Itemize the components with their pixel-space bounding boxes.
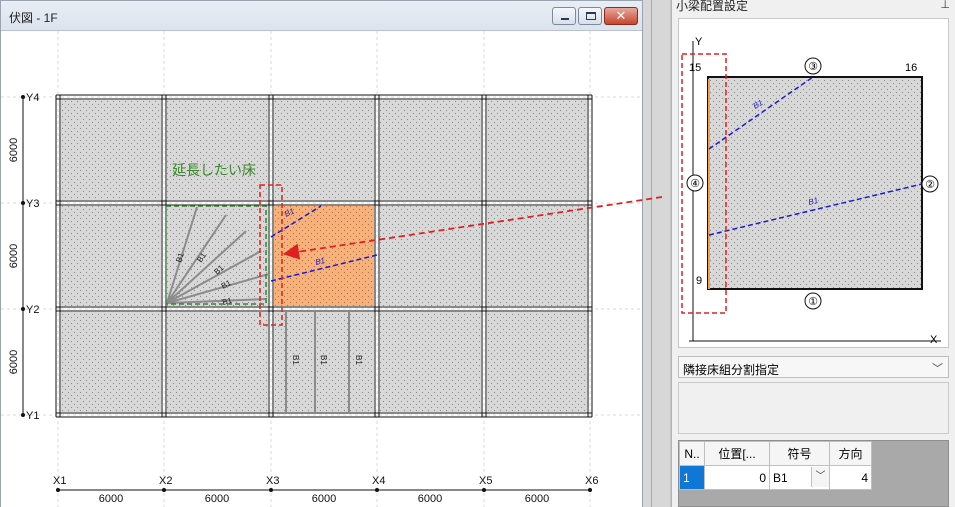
- beam-label: B1: [354, 355, 363, 365]
- row-number[interactable]: 1: [679, 465, 705, 490]
- x-span-label: 6000: [418, 493, 442, 505]
- pin-icon[interactable]: ⊥: [940, 0, 950, 11]
- preview-corner-label: 15: [689, 62, 701, 74]
- x-span-labels: 6000 6000 6000 6000 6000: [99, 493, 549, 505]
- y-axis-label: Y1: [26, 410, 39, 422]
- beam-table: N.. 位置[... 符号 方向 1 0 B1 ﹀ 4: [678, 440, 949, 507]
- y-axis-label: Y2: [26, 304, 39, 316]
- floor-panel[interactable]: [274, 100, 374, 200]
- beam-table-grid: N.. 位置[... 符号 方向 1 0 B1 ﹀ 4: [679, 441, 872, 490]
- y-span-label: 6000: [8, 244, 20, 268]
- sign-combobox[interactable]: B1 ﹀: [769, 465, 830, 490]
- x-axis-label: X3: [266, 475, 279, 487]
- table-row[interactable]: 1 0 B1 ﹀ 4: [679, 465, 872, 490]
- plan-drawing[interactable]: B1 B1 B1 B1 B1 B1 B1 B1 B1 B1 延長したい床 X1 …: [1, 31, 642, 507]
- preview-corner-label: 9: [696, 275, 702, 287]
- preview-axis-y-label: Y: [695, 36, 703, 48]
- plan-window: 伏図 - 1F ✕ B1 B1 B1 B1 B1 B1 B1 B1 B1 B1 …: [0, 0, 643, 507]
- edge-marker-label: ②: [925, 179, 935, 191]
- x-span-label: 6000: [312, 493, 336, 505]
- plan-window-title: 伏図 - 1F: [9, 11, 58, 25]
- close-icon: ✕: [615, 8, 627, 23]
- y-axis-label: Y4: [26, 92, 39, 104]
- preview-axis-x-label: X: [930, 334, 938, 346]
- floor-panel[interactable]: [380, 206, 481, 306]
- floor-preview-drawing: Y X B1 B1 15 16 9 ③ ② ① ④: [681, 36, 941, 346]
- x-axis-label: X1: [53, 475, 66, 487]
- maximize-icon: [586, 12, 596, 20]
- plan-window-titlebar[interactable]: 伏図 - 1F ✕: [1, 1, 642, 31]
- x-axis-label: X6: [585, 475, 598, 487]
- x-axis-labels: X1 X2 X3 X4 X5 X6: [53, 475, 598, 487]
- plan-canvas[interactable]: B1 B1 B1 B1 B1 B1 B1 B1 B1 B1 延長したい床 X1 …: [1, 31, 642, 507]
- direction-cell[interactable]: 4: [829, 465, 872, 490]
- options-area: [678, 382, 949, 434]
- floor-panel[interactable]: [380, 312, 481, 412]
- splitter-line: [651, 0, 652, 507]
- chevron-down-icon[interactable]: ﹀: [811, 467, 829, 487]
- y-span-label: 6000: [8, 138, 20, 162]
- sign-value: B1: [773, 470, 788, 485]
- col-header-position[interactable]: 位置[...: [704, 441, 770, 466]
- edge-marker-label: ③: [808, 61, 818, 73]
- y-axis-labels: Y4 Y3 Y2 Y1: [26, 92, 39, 422]
- edge-marker-label: ④: [690, 178, 700, 190]
- floor-panel[interactable]: [380, 100, 481, 200]
- minimize-icon: [561, 18, 569, 20]
- x-span-label: 6000: [99, 493, 123, 505]
- close-button[interactable]: ✕: [604, 7, 638, 25]
- x-span-label: 6000: [525, 493, 549, 505]
- x-span-label: 6000: [205, 493, 229, 505]
- floor-panel[interactable]: [487, 312, 587, 412]
- y-axis-label: Y3: [26, 198, 39, 210]
- x-axis-label: X5: [479, 475, 492, 487]
- floor-panel[interactable]: [487, 100, 587, 200]
- floor-panel[interactable]: [487, 206, 587, 306]
- floor-panel[interactable]: [61, 100, 161, 200]
- x-axis-label: X4: [372, 475, 385, 487]
- preview-floor: [707, 76, 923, 290]
- beam-label: B1: [319, 355, 328, 365]
- window-controls: ✕: [552, 7, 638, 25]
- preview-corner-label: 16: [905, 62, 917, 74]
- y-span-label: 6000: [8, 350, 20, 374]
- beam-settings-panel: 小梁配置設定 ⊥ Y X B1 B1 15 16 9 ③ ② ① ④ 隣接床組分…: [671, 0, 955, 507]
- floor-preview: Y X B1 B1 15 16 9 ③ ② ① ④: [678, 18, 949, 348]
- floor-panels: [61, 100, 587, 412]
- annotation-text: 延長したい床: [172, 162, 256, 178]
- x-axis-label: X2: [159, 475, 172, 487]
- y-span-labels: 6000 6000 6000: [8, 138, 20, 374]
- chevron-down-icon: ﹀: [932, 363, 943, 375]
- panel-title: 小梁配置設定: [676, 0, 749, 13]
- minimize-button[interactable]: [552, 7, 576, 25]
- col-header-no[interactable]: N..: [679, 441, 705, 466]
- floor-panel[interactable]: [167, 312, 268, 412]
- app-root: 伏図 - 1F ✕ B1 B1 B1 B1 B1 B1 B1 B1 B1 B1 …: [0, 0, 955, 507]
- panel-splitter[interactable]: [643, 0, 671, 507]
- split-mode-value: 隣接床組分割指定: [683, 363, 780, 377]
- col-header-sign[interactable]: 符号: [769, 441, 830, 466]
- edge-marker-label: ①: [808, 296, 818, 308]
- beam-label: B1: [291, 355, 300, 365]
- floor-panel[interactable]: [61, 312, 161, 412]
- floor-panel[interactable]: [167, 100, 268, 200]
- maximize-button[interactable]: [578, 7, 602, 25]
- panel-titlebar: 小梁配置設定 ⊥: [672, 0, 955, 14]
- position-cell[interactable]: 0: [704, 465, 770, 490]
- floor-panel-selected[interactable]: [274, 206, 374, 306]
- col-header-direction[interactable]: 方向: [829, 441, 872, 466]
- split-mode-dropdown[interactable]: 隣接床組分割指定 ﹀: [678, 356, 949, 378]
- floor-panel[interactable]: [61, 206, 161, 306]
